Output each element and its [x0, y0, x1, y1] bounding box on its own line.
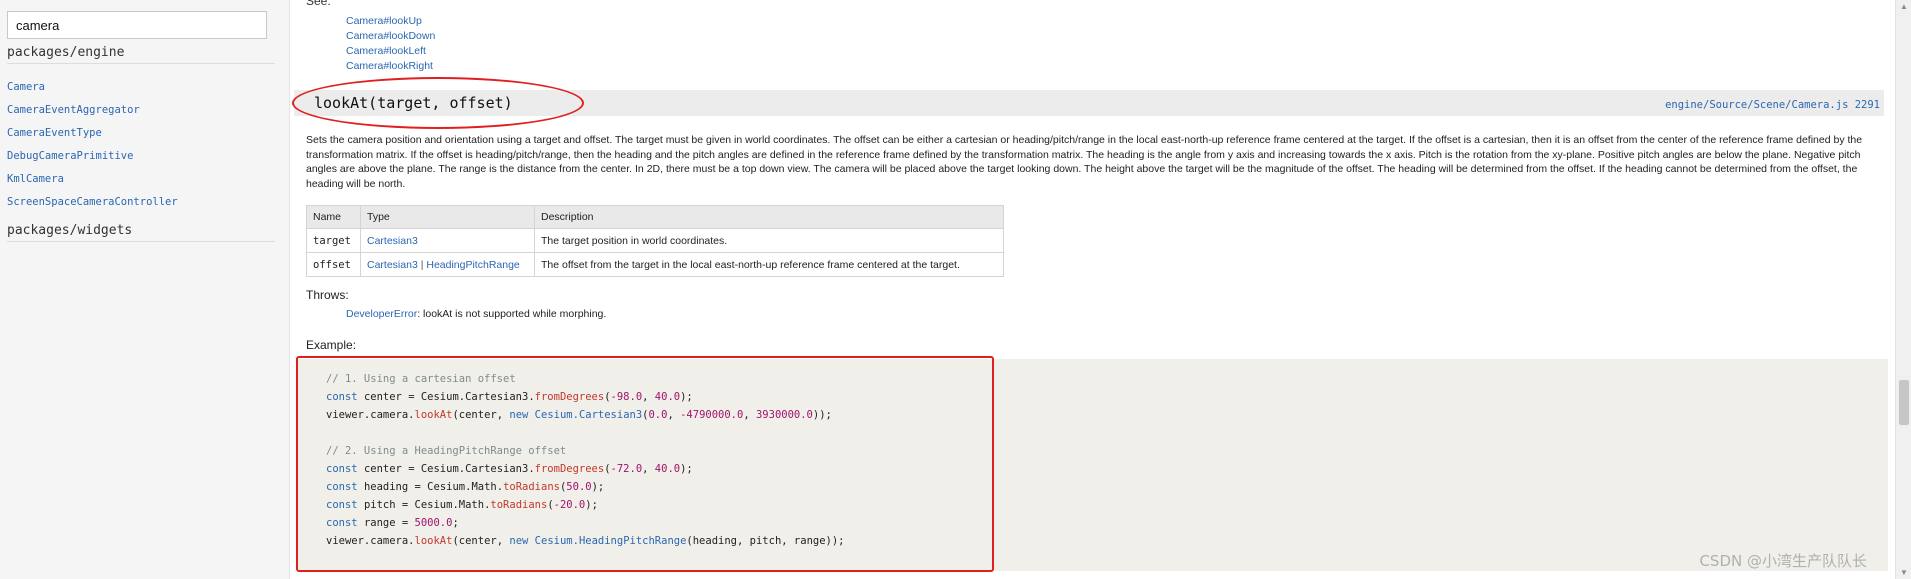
- see-link-lookright[interactable]: Camera#lookRight: [346, 60, 433, 72]
- column-header-type: Type: [360, 205, 535, 229]
- package-header-widgets: packages/widgets: [7, 223, 275, 242]
- table-header-row: Name Type Description: [306, 205, 1004, 229]
- table-row: offset Cartesian3 | HeadingPitchRange Th…: [306, 252, 1004, 277]
- param-name: offset: [306, 252, 361, 277]
- sidebar-item-camera[interactable]: Camera: [7, 81, 45, 93]
- method-description: Sets the camera position and orientation…: [306, 134, 1863, 190]
- type-link[interactable]: Cartesian3: [367, 259, 418, 271]
- scroll-up-arrow-icon[interactable]: ▲: [1900, 2, 1908, 11]
- main-content: See: Camera#lookUp Camera#lookDown Camer…: [290, 0, 1895, 579]
- column-header-description: Description: [534, 205, 1004, 229]
- vertical-scrollbar[interactable]: ▲ ▼: [1895, 0, 1911, 579]
- sidebar-item-cameraeventtype[interactable]: CameraEventType: [7, 127, 102, 139]
- table-row: target Cartesian3 The target position in…: [306, 228, 1004, 253]
- see-label: See:: [306, 0, 331, 8]
- param-name: target: [306, 228, 361, 253]
- param-description: The offset from the target in the local …: [534, 252, 1004, 277]
- example-label: Example:: [306, 338, 357, 352]
- see-link-lookleft[interactable]: Camera#lookLeft: [346, 45, 426, 57]
- search-input[interactable]: [7, 11, 267, 39]
- see-link-lookup[interactable]: Camera#lookUp: [346, 15, 422, 27]
- throws-label: Throws:: [306, 288, 349, 302]
- highlight-oval-annotation: [292, 77, 584, 129]
- sidebar-item-debugcameraprimitive[interactable]: DebugCameraPrimitive: [7, 150, 133, 162]
- sidebar: packages/engine Camera CameraEventAggreg…: [0, 0, 290, 579]
- see-link-lookdown[interactable]: Camera#lookDown: [346, 30, 435, 42]
- param-type-cell: Cartesian3: [360, 228, 535, 253]
- code-highlight-box-annotation: [296, 356, 994, 572]
- sidebar-item-cameraeventaggregator[interactable]: CameraEventAggregator: [7, 104, 140, 116]
- type-link[interactable]: Cartesian3: [367, 235, 418, 247]
- source-link[interactable]: engine/Source/Scene/Camera.js 2291: [1665, 99, 1880, 111]
- throws-entry: DeveloperError: lookAt is not supported …: [346, 308, 606, 320]
- throws-text: : lookAt is not supported while morphing…: [417, 308, 607, 320]
- package-header-engine: packages/engine: [7, 45, 275, 64]
- sidebar-item-kmlcamera[interactable]: KmlCamera: [7, 173, 64, 185]
- scroll-down-arrow-icon[interactable]: ▼: [1900, 568, 1908, 577]
- column-header-name: Name: [306, 205, 361, 229]
- watermark: CSDN @小湾生产队队长: [1699, 552, 1867, 570]
- param-description: The target position in world coordinates…: [534, 228, 1004, 253]
- type-link[interactable]: HeadingPitchRange: [426, 259, 519, 271]
- param-type-cell: Cartesian3 | HeadingPitchRange: [360, 252, 535, 277]
- throws-type-link[interactable]: DeveloperError: [346, 308, 417, 320]
- sidebar-item-screenspacecameracontroller[interactable]: ScreenSpaceCameraController: [7, 196, 178, 208]
- type-separator: |: [420, 258, 424, 271]
- parameters-table: Name Type Description target Cartesian3 …: [306, 205, 1004, 277]
- scrollbar-thumb[interactable]: [1899, 380, 1909, 425]
